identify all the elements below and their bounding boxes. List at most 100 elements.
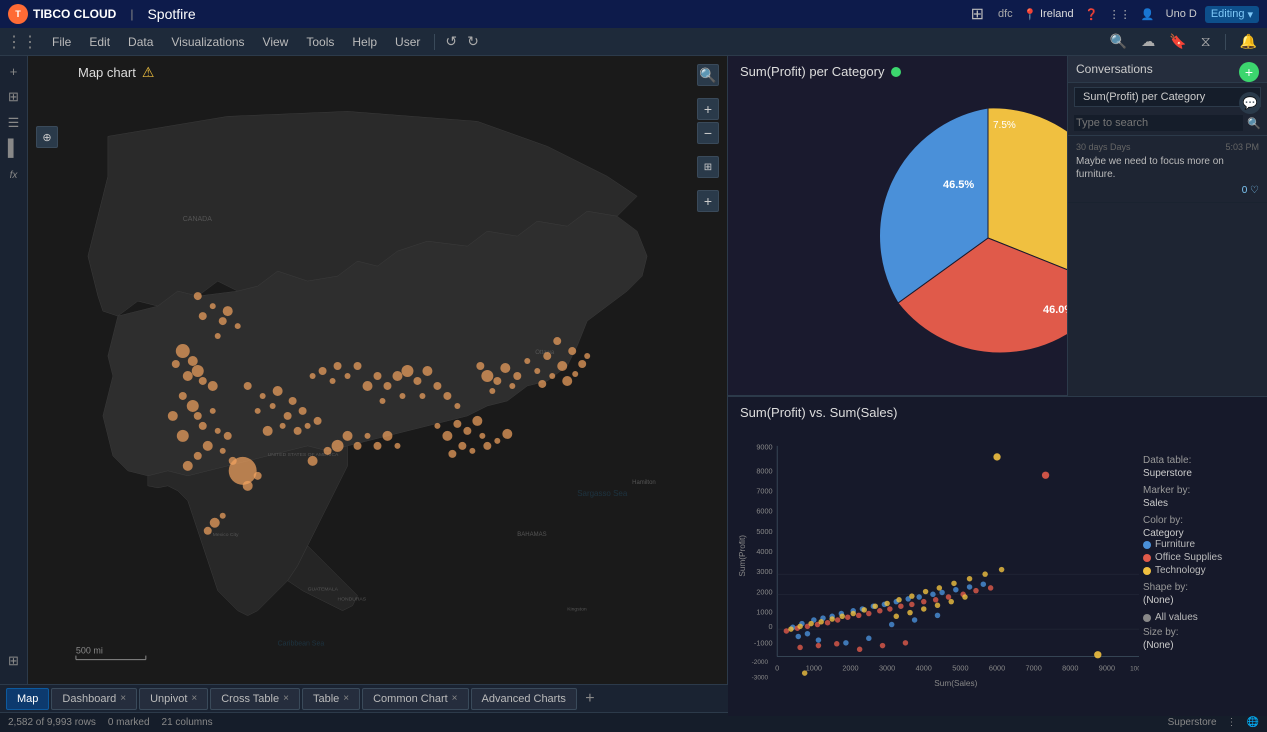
statusbar-options-icon[interactable]: ⋮ (1227, 717, 1237, 728)
all-values-dot (1143, 614, 1151, 622)
conversation-message: 30 days Days 5:03 PM Maybe we need to fo… (1068, 136, 1267, 203)
grid-icon[interactable]: ⊞ (967, 4, 987, 24)
menu-help[interactable]: Help (344, 33, 385, 51)
tab-map[interactable]: Map (6, 688, 49, 710)
user-name: Uno D (1166, 8, 1197, 20)
tibco-cloud-icon: T (8, 4, 28, 24)
tab-dashboard-close[interactable]: × (120, 693, 126, 704)
right-panel: Sum(Profit) per Category (728, 56, 1267, 684)
cloud-icon[interactable]: ☁ (1137, 31, 1159, 52)
tab-map-label: Map (17, 693, 38, 705)
menu-edit[interactable]: Edit (81, 33, 118, 51)
formula-panel-icon[interactable]: fx (3, 164, 25, 186)
undo-icon[interactable]: ↺ (441, 31, 461, 52)
map-fit-btn[interactable]: ⊞ (697, 156, 719, 178)
user-icon[interactable]: 👤 (1138, 4, 1158, 24)
add-panel-icon[interactable]: + (3, 60, 25, 82)
tab-dashboard[interactable]: Dashboard × (51, 688, 137, 710)
map-zoom-out-btn[interactable]: − (697, 122, 719, 144)
map-visualization: Sargasso Sea Caribbean Sea Ottawa Hamilt… (28, 56, 727, 684)
tab-cross-table-label: Cross Table (221, 693, 279, 705)
svg-text:9000: 9000 (756, 443, 772, 452)
map-title-text: Map chart (78, 65, 136, 80)
barchart-panel-icon[interactable]: ▌ (3, 138, 25, 160)
topbar: T TIBCO CLOUD | Spotfire ⊞ dfc 📍 Ireland… (0, 0, 1267, 28)
editing-label: Editing (1211, 8, 1245, 20)
app-logo: T TIBCO CLOUD (8, 4, 116, 24)
status-marked: 0 marked (108, 717, 150, 728)
statusbar-globe-icon[interactable]: 🌐 (1247, 717, 1259, 728)
svg-text:3000: 3000 (756, 567, 772, 576)
conversation-search-icon[interactable]: 🔍 (1247, 117, 1261, 130)
conversation-bubble-icon[interactable]: 💬 (1239, 92, 1261, 114)
legend-furniture: Furniture (1143, 539, 1255, 550)
svg-text:4000: 4000 (916, 663, 932, 672)
conversation-select[interactable]: Sum(Profit) per Category (1074, 87, 1261, 107)
logo-text: TIBCO CLOUD (33, 7, 116, 21)
conv-like-btn[interactable]: 0 ♡ (1242, 185, 1259, 196)
svg-text:Mexico City: Mexico City (213, 532, 239, 538)
map-add-layer-btn[interactable]: + (697, 190, 719, 212)
tab-advanced-charts[interactable]: Advanced Charts (471, 688, 577, 710)
tab-table[interactable]: Table × (302, 688, 360, 710)
menu-user[interactable]: User (387, 33, 428, 51)
menu-view[interactable]: View (255, 33, 297, 51)
tab-unpivot-close[interactable]: × (191, 693, 197, 704)
svg-text:4000: 4000 (756, 547, 772, 556)
map-title: Map chart ⚠ (78, 64, 154, 81)
add-tab-btn[interactable]: + (579, 688, 601, 710)
search-menu-icon[interactable]: 🔍 (1106, 31, 1131, 52)
menu-visualizations[interactable]: Visualizations (163, 33, 252, 51)
tab-unpivot[interactable]: Unpivot × (139, 688, 208, 710)
status-rows: 2,582 of 9,993 rows (8, 717, 96, 728)
map-layers-btn[interactable]: ⊕ (36, 90, 58, 148)
tab-table-close[interactable]: × (343, 693, 349, 704)
scatter-chart-content: 9000 8000 7000 6000 5000 4000 3000 2000 … (736, 425, 1259, 708)
filter-icon[interactable]: ⧖ (1197, 31, 1215, 52)
map-container: Map chart ⚠ ⊕ Sargasso Sea Car (28, 56, 728, 684)
conversation-dropdown[interactable]: Sum(Profit) per Category (1074, 87, 1261, 107)
tab-cross-table[interactable]: Cross Table × (210, 688, 300, 710)
tab-common-chart[interactable]: Common Chart × (362, 688, 468, 710)
svg-text:0: 0 (769, 622, 773, 631)
menubar: ⋮⋮ File Edit Data Visualizations View To… (0, 28, 1267, 56)
legend-data-table-label: Data table: (1143, 455, 1255, 466)
office-supplies-color-dot (1143, 554, 1151, 562)
legend-color-by-label: Color by: (1143, 515, 1255, 526)
legend-size-by-value: (None) (1143, 640, 1255, 651)
legend-shape-by-value: (None) (1143, 595, 1255, 606)
conversation-search-input[interactable] (1074, 115, 1243, 131)
legend-all-values-item: All values (1143, 612, 1255, 623)
svg-text:BAHAMAS: BAHAMAS (517, 532, 546, 538)
help-icon[interactable]: ❓ (1082, 4, 1102, 24)
list-panel-icon[interactable]: ☰ (3, 112, 25, 134)
menu-data[interactable]: Data (120, 33, 161, 51)
dfc-icon[interactable]: dfc (995, 4, 1015, 24)
layers-panel-icon[interactable]: ⊞ (3, 86, 25, 108)
menu-tools[interactable]: Tools (298, 33, 342, 51)
svg-text:5000: 5000 (952, 663, 968, 672)
tab-common-chart-close[interactable]: × (452, 693, 458, 704)
main-layout: + ⊞ ☰ ▌ fx ⊞ Map chart ⚠ ⊕ (0, 56, 1267, 684)
apps-icon[interactable]: ⋮⋮ (1110, 4, 1130, 24)
legend-data-table-value: Superstore (1143, 468, 1255, 479)
redo-icon[interactable]: ↻ (463, 31, 483, 52)
svg-text:500 mi: 500 mi (76, 646, 103, 656)
editing-chevron: ▾ (1247, 8, 1253, 21)
map-search-btn[interactable]: 🔍 (697, 64, 719, 86)
svg-text:10000: 10000 (1130, 665, 1139, 672)
svg-text:GUATEMALA: GUATEMALA (308, 587, 339, 593)
new-conversation-btn[interactable]: + (1239, 62, 1259, 82)
scatter-chart-area: Sum(Profit) vs. Sum(Sales) 9000 8000 700… (728, 396, 1267, 716)
conv-time: 5:03 PM (1225, 142, 1259, 152)
editing-badge[interactable]: Editing ▾ (1205, 6, 1259, 23)
location-pin-icon: 📍 (1023, 8, 1037, 21)
map-zoom-in-btn[interactable]: + (697, 98, 719, 120)
menu-drag-handle[interactable]: ⋮⋮ (6, 32, 38, 52)
tab-cross-table-close[interactable]: × (283, 693, 289, 704)
settings-panel-icon[interactable]: ⊞ (3, 650, 25, 672)
bookmark-icon[interactable]: 🔖 (1165, 31, 1190, 52)
menu-file[interactable]: File (44, 33, 79, 51)
bell-icon[interactable]: 🔔 (1236, 31, 1261, 52)
svg-text:2000: 2000 (842, 663, 858, 672)
